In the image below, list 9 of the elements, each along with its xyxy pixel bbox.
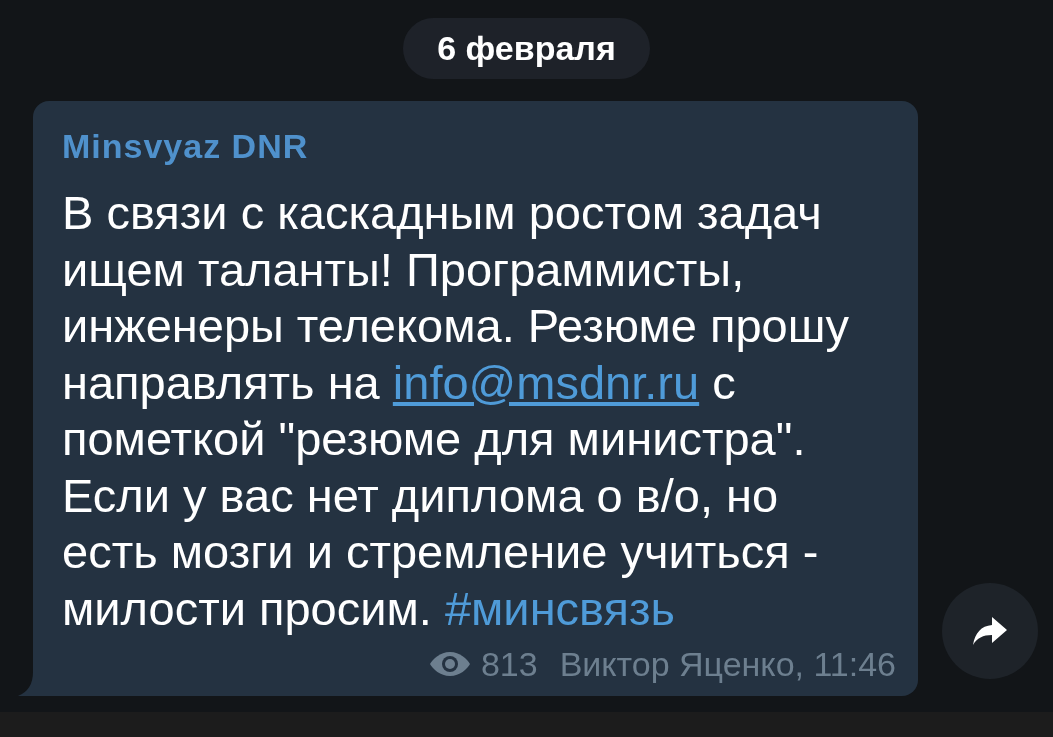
author-time: Виктор Яценко, 11:46 [559, 644, 896, 684]
date-badge: 6 февраля [403, 18, 650, 79]
share-arrow-icon [972, 616, 1008, 646]
email-link[interactable]: info@msdnr.ru [392, 355, 700, 409]
message-text: В связи с каскадным ростом задач ищем таланты! Программисты, инженеры телекома. Резюме прошу направлять на info@msdnr.ru с пометкой "резюме для министра". Если у вас нет диплома о в/о, но есть мозги и стремление учиться - милости просим. #минсвязь [62, 185, 850, 637]
hashtag-link[interactable]: #минсвязь [444, 581, 675, 635]
view-count: 813 [480, 644, 538, 684]
eye-icon [428, 651, 471, 677]
sender-name[interactable]: Minsvyaz DNR [62, 127, 309, 165]
